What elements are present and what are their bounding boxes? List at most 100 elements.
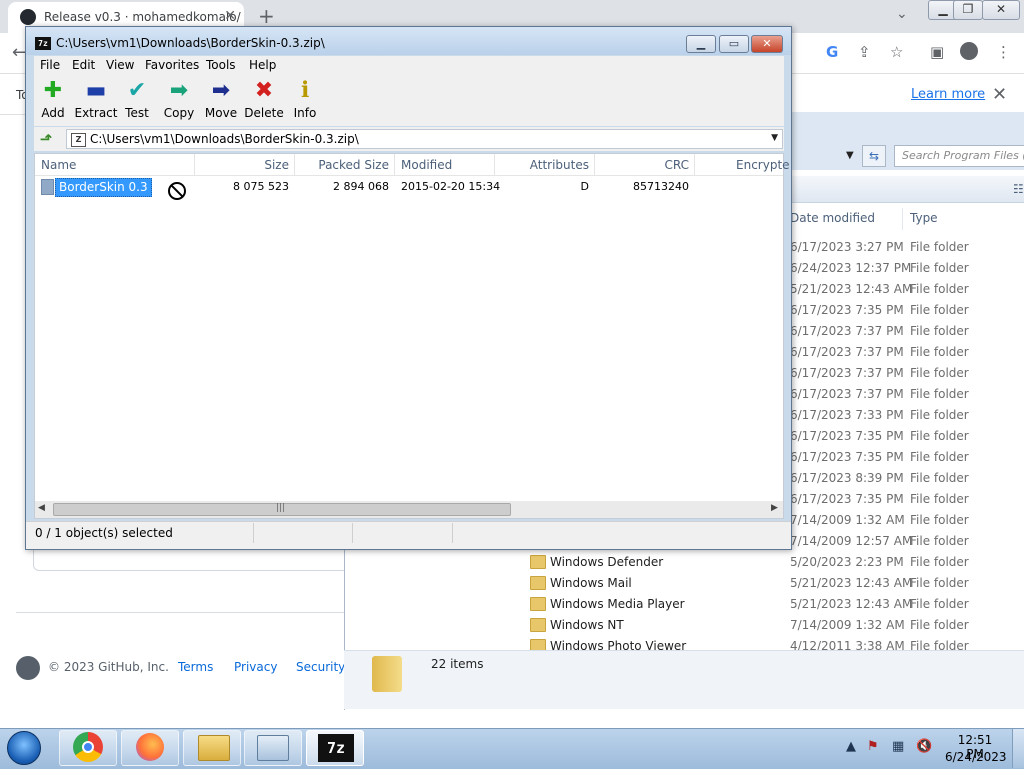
file-name-cell[interactable]: BorderSkin 0.3	[55, 178, 152, 197]
close-button[interactable]: ✕	[751, 35, 783, 53]
list-item[interactable]: Windows Defender 5/20/2023 2:23 PM File fo…	[344, 552, 1024, 573]
restore-button[interactable]: ❐	[953, 0, 983, 20]
footer-terms-link[interactable]: Terms	[178, 660, 213, 674]
maximize-button[interactable]: ▭	[719, 35, 749, 53]
column-divider[interactable]	[394, 154, 395, 175]
footer-privacy-link[interactable]: Privacy	[234, 660, 277, 674]
start-button[interactable]	[7, 731, 41, 765]
item-type: File folder	[910, 513, 969, 527]
item-type: File folder	[910, 471, 969, 485]
item-date-modified: 6/17/2023 7:37 PM	[790, 324, 904, 338]
address-dropdown-icon[interactable]: ▼	[846, 150, 854, 161]
github-icon	[20, 9, 36, 25]
side-panel-icon[interactable]: ▣	[930, 43, 944, 61]
learn-more-link[interactable]: Learn more	[911, 87, 985, 102]
close-icon[interactable]: ✕	[992, 84, 1007, 105]
grip-icon: |||	[276, 503, 286, 513]
item-type: File folder	[910, 387, 969, 401]
item-date-modified: 6/17/2023 7:33 PM	[790, 408, 904, 422]
status-divider	[452, 523, 453, 543]
item-type: File folder	[910, 618, 969, 632]
item-type: File folder	[910, 576, 969, 590]
column-date-modified[interactable]: Date modified	[790, 211, 875, 225]
selection-status: 0 / 1 object(s) selected	[35, 526, 173, 540]
network-icon[interactable]: ▦	[892, 739, 904, 754]
chevron-down-icon[interactable]: ⌄	[896, 6, 908, 22]
menu-edit[interactable]: Edit	[72, 58, 95, 72]
item-date-modified: 7/14/2009 1:32 AM	[790, 513, 905, 527]
clock-date[interactable]: 6/24/2023	[945, 750, 1007, 764]
show-desktop-button[interactable]	[1012, 729, 1024, 768]
search-placeholder: Search Program Files (x	[902, 149, 1024, 162]
column-encrypted[interactable]: Encrypte	[736, 158, 790, 172]
dropdown-arrow-icon[interactable]: ▼	[771, 133, 778, 143]
refresh-button[interactable]: ⇆	[862, 145, 886, 167]
list-item[interactable]: Windows NT 7/14/2009 1:32 AM File folder	[344, 615, 1024, 636]
column-packed-size[interactable]: Packed Size	[294, 158, 389, 172]
view-options-icon[interactable]: ☷	[1013, 182, 1024, 196]
zip-file-icon: Z	[71, 133, 86, 147]
menu-file[interactable]: File	[40, 58, 60, 72]
action-center-icon[interactable]: ⚑	[867, 739, 879, 754]
column-crc[interactable]: CRC	[594, 158, 690, 172]
scroll-left-icon[interactable]: ◀	[38, 503, 45, 513]
explorer-column-header: Date modified Type	[790, 208, 1024, 230]
item-type: File folder	[910, 282, 969, 296]
item-date-modified: 6/17/2023 8:39 PM	[790, 471, 904, 485]
item-type: File folder	[910, 366, 969, 380]
menu-favorites[interactable]: Favorites	[145, 58, 199, 72]
close-tab-icon[interactable]: ✕	[224, 8, 236, 24]
column-size[interactable]: Size	[194, 158, 289, 172]
share-icon[interactable]: ⇪	[858, 43, 871, 61]
tray-expand-icon[interactable]: ▲	[846, 739, 856, 754]
bookmark-star-icon[interactable]: ☆	[890, 43, 903, 61]
menu-tools[interactable]: Tools	[206, 58, 236, 72]
info-button[interactable]: ℹ Info	[280, 78, 330, 122]
file-packed-size-cell: 2 894 068	[333, 180, 389, 193]
item-type: File folder	[910, 597, 969, 611]
list-item[interactable]: Windows Media Player 5/21/2023 12:43 AM Fi…	[344, 594, 1024, 615]
item-date-modified: 6/17/2023 7:37 PM	[790, 366, 904, 380]
profile-avatar[interactable]	[960, 42, 978, 60]
item-date-modified: 6/17/2023 7:35 PM	[790, 429, 904, 443]
item-date-modified: 6/17/2023 3:27 PM	[790, 240, 904, 254]
footer-security-link[interactable]: Security	[296, 660, 345, 674]
column-type[interactable]: Type	[910, 211, 938, 225]
firefox-icon	[136, 733, 164, 761]
status-divider	[352, 523, 353, 543]
item-type: File folder	[910, 324, 969, 338]
new-tab-button[interactable]: +	[258, 4, 275, 28]
column-divider[interactable]	[694, 154, 695, 175]
scroll-right-icon[interactable]: ▶	[771, 503, 778, 513]
footer-copyright: © 2023 GitHub, Inc.	[48, 660, 169, 674]
item-date-modified: 6/17/2023 7:35 PM	[790, 492, 904, 506]
browser-tab-title: Release v0.3 · mohamedkomalo/	[44, 10, 241, 24]
list-item[interactable]: Windows Mail 5/21/2023 12:43 AM File folde…	[344, 573, 1024, 594]
menu-kebab-icon[interactable]: ⋮	[996, 43, 1011, 61]
item-date-modified: 6/24/2023 12:37 PM	[790, 261, 912, 275]
status-divider	[253, 523, 254, 543]
chrome-icon	[73, 732, 103, 762]
search-input[interactable]: Search Program Files (x	[894, 145, 1024, 167]
google-icon[interactable]: G	[826, 43, 838, 61]
column-name[interactable]: Name	[41, 158, 76, 172]
item-name: Windows Defender	[550, 555, 664, 569]
minimize-button[interactable]: ▁	[686, 35, 716, 53]
folder-icon	[530, 576, 546, 590]
github-logo-icon[interactable]	[16, 656, 40, 680]
menu-view[interactable]: View	[106, 58, 134, 72]
item-type: File folder	[910, 345, 969, 359]
menu-help[interactable]: Help	[249, 58, 276, 72]
item-date-modified: 6/17/2023 7:37 PM	[790, 345, 904, 359]
item-date-modified: 5/21/2023 12:43 AM	[790, 597, 913, 611]
column-modified[interactable]: Modified	[401, 158, 452, 172]
window-title: C:\Users\vm1\Downloads\BorderSkin-0.3.zi…	[56, 36, 325, 50]
close-button[interactable]: ✕	[982, 0, 1020, 20]
column-attributes[interactable]: Attributes	[494, 158, 589, 172]
no-drop-cursor-icon	[168, 182, 186, 200]
volume-muted-icon[interactable]: 🔇	[916, 739, 932, 754]
up-folder-icon[interactable]: ⬏	[36, 129, 56, 149]
item-name: Windows Mail	[550, 576, 632, 590]
path-combobox[interactable]: Z C:\Users\vm1\Downloads\BorderSkin-0.3.…	[66, 129, 783, 149]
items-count: 22 items	[431, 657, 484, 671]
